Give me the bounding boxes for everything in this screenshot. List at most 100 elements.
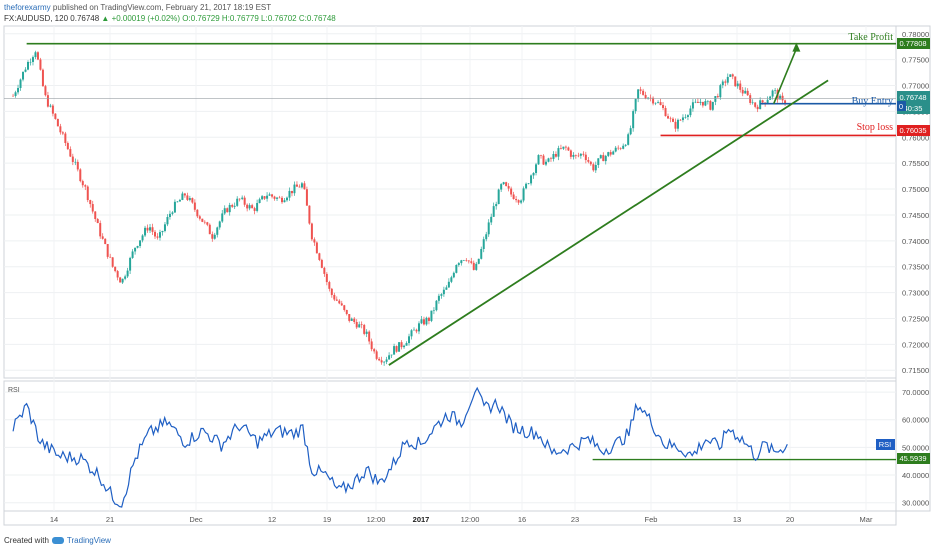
candle-body — [739, 83, 742, 90]
tradingview-logo-icon — [51, 537, 64, 544]
candle-body — [597, 158, 600, 165]
candle-body — [323, 267, 326, 274]
candle-body — [706, 100, 709, 102]
candle-body — [318, 253, 321, 260]
candle-body — [149, 227, 152, 231]
candle-body — [44, 86, 47, 96]
time-tick-label: 12:00 — [461, 515, 480, 524]
created-with-text: Created with — [4, 536, 49, 545]
candle-body — [213, 234, 216, 239]
price-tick-label: 0.75500 — [902, 159, 929, 168]
time-tick-label: 21 — [106, 515, 114, 524]
candle-body — [669, 118, 672, 120]
candle-body — [452, 272, 455, 278]
candle-body — [420, 319, 423, 324]
buy-entry-flag: 0 — [897, 101, 906, 111]
time-tick-label: Dec — [189, 515, 203, 524]
candle-body — [485, 234, 488, 240]
candle-body — [116, 271, 119, 278]
candle-body — [515, 199, 518, 201]
candle-body — [121, 278, 124, 283]
candle-body — [29, 61, 32, 63]
candle-body — [246, 204, 249, 209]
candle-body — [507, 186, 510, 189]
rsi-pane-title: RSI — [8, 387, 20, 394]
price-tick-label: 0.77000 — [902, 82, 929, 91]
candle-body — [295, 184, 298, 187]
candle-body — [771, 90, 774, 97]
candle-body — [61, 132, 64, 134]
candle-body — [238, 198, 241, 200]
candle-body — [749, 95, 752, 103]
candle-body — [188, 198, 191, 200]
take-profit-badge: 0.77808 — [897, 38, 930, 49]
candle-body — [525, 183, 528, 189]
candle-body — [554, 154, 557, 157]
candle-body — [500, 184, 503, 190]
price-tick-label: 0.75000 — [902, 185, 929, 194]
candle-body — [96, 218, 99, 224]
candle-body — [505, 182, 508, 187]
rsi-pane[interactable] — [3, 380, 897, 512]
candle-body — [94, 211, 97, 219]
candle-body — [634, 98, 637, 112]
candle-body — [136, 246, 139, 248]
candle-body — [699, 101, 702, 103]
chart-canvas[interactable]: 0.780000.775000.770000.765000.760000.755… — [0, 0, 932, 550]
time-axis[interactable] — [3, 510, 897, 526]
candle-body — [592, 164, 595, 171]
candle-body — [345, 309, 348, 315]
candle-body — [769, 96, 772, 100]
time-tick-label: 12 — [268, 515, 276, 524]
candle-body — [709, 100, 712, 110]
candle-body — [542, 155, 545, 165]
candle-body — [577, 155, 580, 157]
candle-body — [333, 294, 336, 300]
candle-body — [719, 85, 722, 98]
candle-body — [467, 260, 470, 262]
candle-body — [283, 200, 286, 203]
candle-body — [173, 201, 176, 213]
candle-body — [89, 200, 92, 205]
candle-body — [437, 295, 440, 301]
candle-body — [594, 164, 597, 171]
candle-body — [774, 90, 777, 91]
candle-body — [455, 264, 458, 273]
candle-body — [512, 194, 515, 200]
candle-body — [338, 300, 341, 304]
candle-body — [69, 149, 72, 157]
candle-body — [22, 71, 25, 80]
candle-body — [721, 81, 724, 86]
candle-body — [530, 175, 533, 184]
candle-body — [305, 189, 308, 206]
candle-body — [457, 263, 460, 265]
candle-body — [537, 155, 540, 165]
candle-body — [756, 106, 759, 110]
candle-body — [442, 289, 445, 295]
candle-body — [34, 52, 37, 58]
candle-body — [624, 144, 627, 146]
candle-body — [644, 94, 647, 99]
candle-body — [445, 287, 448, 290]
buy-entry-label: Buy Entry — [852, 96, 893, 107]
candle-body — [163, 224, 166, 231]
candle-body — [178, 199, 181, 202]
candle-body — [266, 195, 269, 199]
price-tick-label: 0.78000 — [902, 30, 929, 39]
candle-body — [310, 223, 313, 240]
candle-body — [256, 203, 259, 211]
candle-body — [370, 341, 373, 350]
candle-body — [427, 317, 430, 321]
candle-body — [612, 151, 615, 155]
candle-body — [17, 87, 20, 93]
candle-body — [579, 153, 582, 156]
candle-body — [572, 154, 575, 157]
candle-body — [139, 240, 142, 247]
candle-body — [41, 69, 44, 87]
candle-body — [535, 164, 538, 173]
candle-body — [273, 196, 276, 199]
candle-body — [440, 294, 443, 296]
candle-body — [86, 186, 89, 201]
tradingview-brand-link[interactable]: TradingView — [67, 536, 111, 545]
time-tick-label: 2017 — [413, 515, 430, 524]
